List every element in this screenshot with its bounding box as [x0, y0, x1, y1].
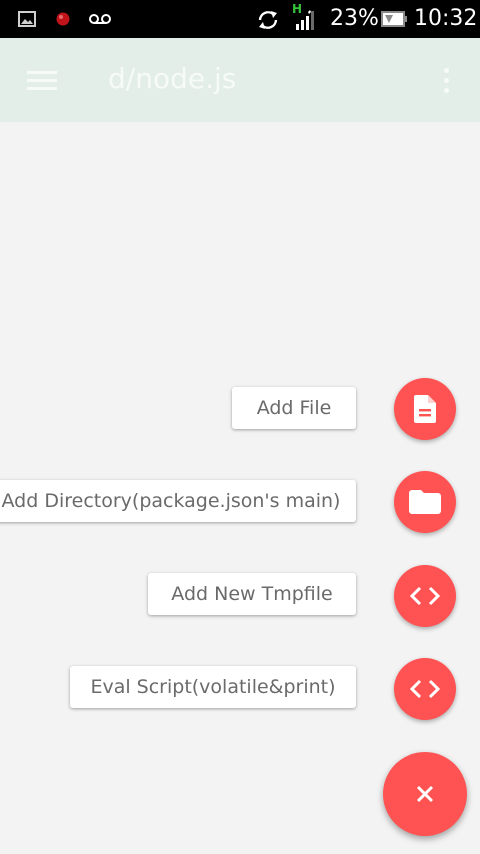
- more-vert-icon[interactable]: [444, 68, 449, 94]
- signal-icon: [296, 10, 314, 30]
- fab-close-button[interactable]: [383, 752, 467, 836]
- code-icon: [409, 586, 441, 606]
- gallery-icon: [18, 11, 36, 27]
- folder-icon: [409, 490, 441, 514]
- app-bar: d/node.js: [0, 38, 480, 122]
- sync-icon: [258, 11, 278, 29]
- clock: 10:32: [414, 6, 478, 31]
- add-directory-label[interactable]: Add Directory(package.json's main): [0, 480, 356, 522]
- battery-percent: 23%: [330, 6, 379, 31]
- app-title: d/node.js: [108, 62, 237, 95]
- add-file-label[interactable]: Add File: [232, 387, 356, 429]
- record-icon: [56, 12, 70, 26]
- eval-script-button[interactable]: [394, 658, 456, 720]
- status-bar: H 23% 10:32: [0, 0, 480, 38]
- voicemail-icon: [89, 14, 111, 24]
- file-icon: [414, 395, 436, 423]
- close-icon: [416, 785, 434, 803]
- hamburger-menu-icon[interactable]: [27, 71, 57, 91]
- eval-script-label[interactable]: Eval Script(volatile&print): [70, 666, 356, 708]
- add-directory-button[interactable]: [394, 471, 456, 533]
- add-tmpfile-label[interactable]: Add New Tmpfile: [148, 573, 356, 615]
- add-file-button[interactable]: [394, 378, 456, 440]
- code-icon: [409, 679, 441, 699]
- battery-icon: [381, 11, 407, 27]
- add-tmpfile-button[interactable]: [394, 565, 456, 627]
